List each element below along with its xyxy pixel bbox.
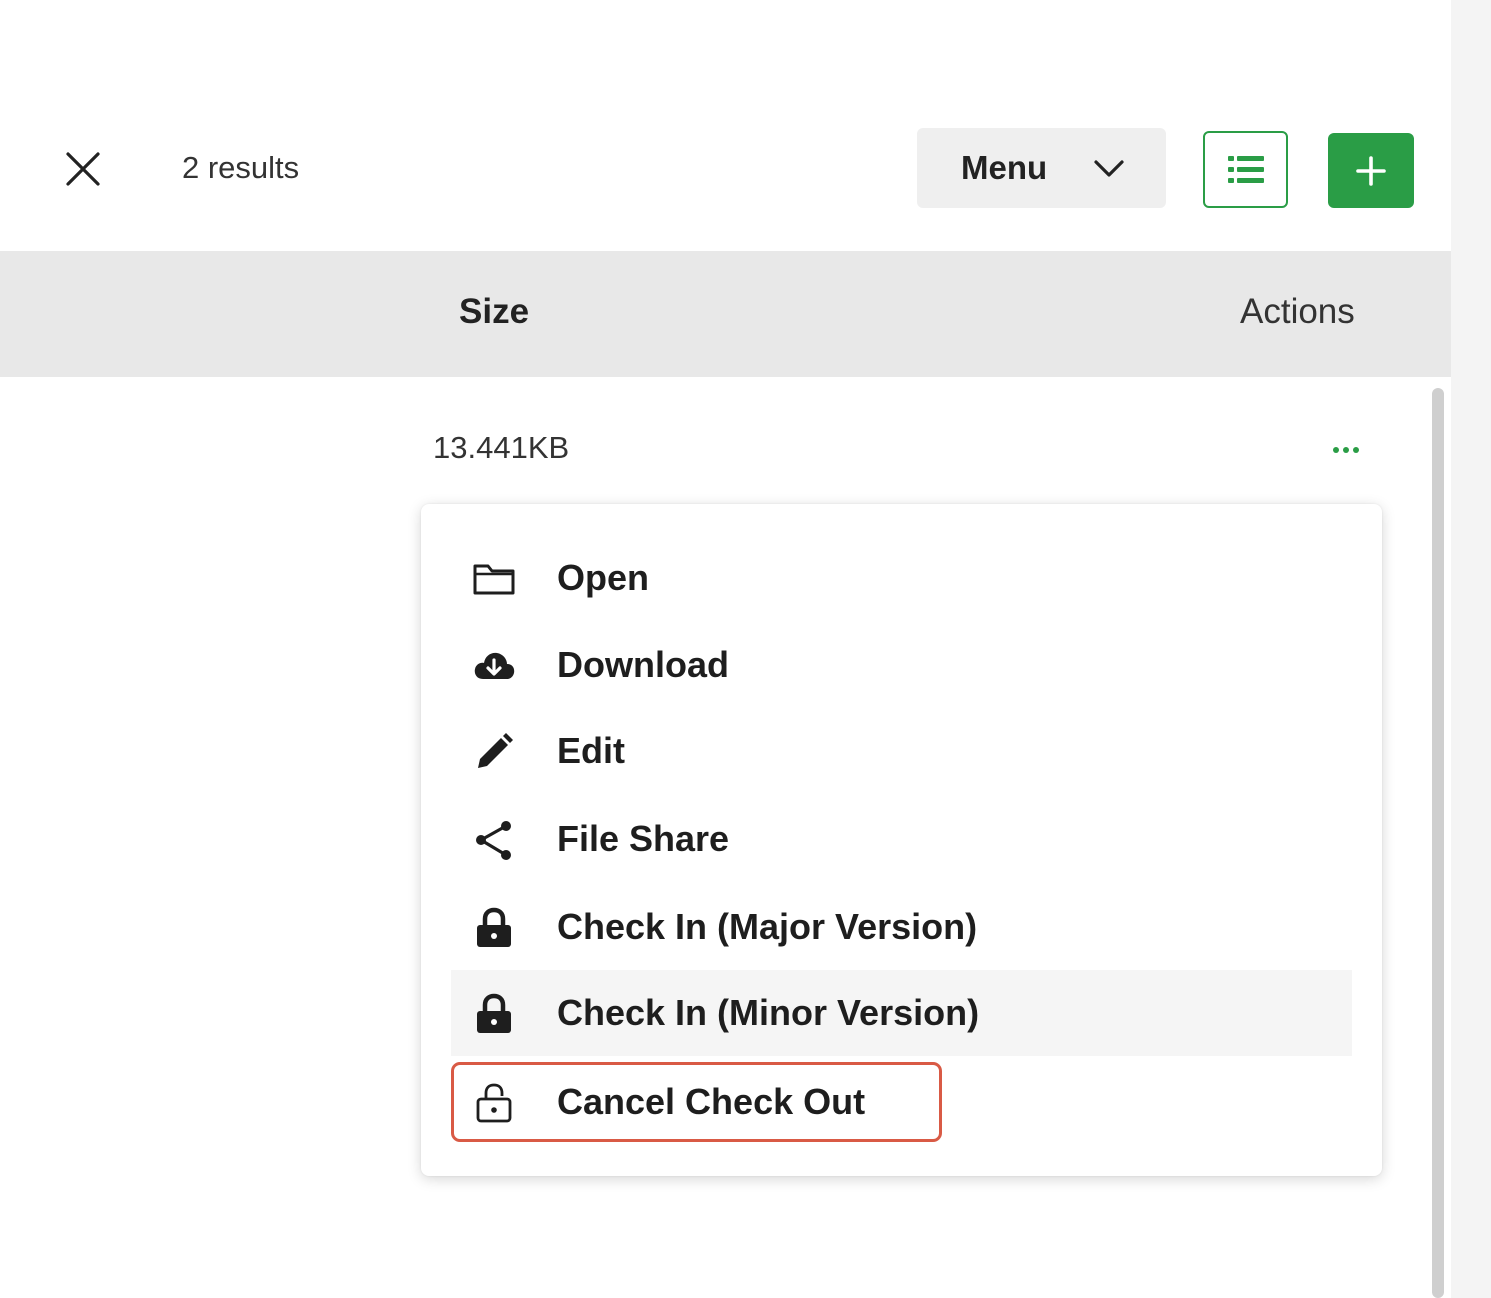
column-header-size[interactable]: Size bbox=[459, 292, 529, 332]
list-view-button[interactable] bbox=[1203, 131, 1288, 208]
pencil-icon bbox=[471, 729, 517, 775]
menu-item-label: Edit bbox=[557, 730, 625, 771]
lock-icon bbox=[471, 991, 517, 1037]
menu-item-label: Cancel Check Out bbox=[557, 1081, 866, 1122]
close-icon bbox=[66, 152, 100, 186]
unlock-icon bbox=[471, 1080, 517, 1126]
close-button[interactable] bbox=[58, 144, 108, 194]
menu-item-label: Download bbox=[557, 644, 729, 685]
results-count: 2 results bbox=[182, 150, 300, 185]
toolbar: 2 results Menu bbox=[0, 0, 1451, 250]
table-header bbox=[0, 251, 1451, 377]
menu-item-label: Open bbox=[557, 557, 650, 598]
share-icon bbox=[471, 817, 517, 863]
menu-item-label: Check In (Major Version) bbox=[557, 906, 978, 947]
menu-item-label: File Share bbox=[557, 818, 730, 859]
folder-icon bbox=[471, 556, 517, 602]
menu-item-file-share[interactable]: File Share bbox=[451, 796, 1352, 882]
menu-item-download[interactable]: Download bbox=[451, 622, 1352, 708]
more-horizontal-icon bbox=[1333, 447, 1339, 453]
add-button[interactable] bbox=[1328, 133, 1414, 208]
menu-item-label: Check In (Minor Version) bbox=[557, 992, 980, 1033]
menu-item-cancel-check-out[interactable]: Cancel Check Out bbox=[451, 1059, 1352, 1145]
menu-button-label: Menu bbox=[961, 149, 1048, 186]
list-icon bbox=[1227, 155, 1264, 183]
menu-item-open[interactable]: Open bbox=[451, 535, 1352, 621]
plus-icon bbox=[1356, 155, 1386, 186]
menu-item-edit[interactable]: Edit bbox=[451, 708, 1352, 794]
scrollbar[interactable] bbox=[1432, 388, 1444, 1298]
right-gutter bbox=[1451, 0, 1491, 1298]
lock-icon bbox=[471, 905, 517, 951]
menu-item-check-in-minor[interactable]: Check In (Minor Version) bbox=[451, 970, 1352, 1056]
page: 2 results Menu Size Actions 13.441KB Ope… bbox=[0, 0, 1491, 1298]
chevron-down-icon bbox=[1094, 160, 1124, 177]
more-actions-button[interactable] bbox=[1322, 432, 1370, 468]
cloud-download-icon bbox=[471, 643, 517, 689]
more-dot bbox=[1343, 447, 1349, 453]
file-size-cell: 13.441KB bbox=[433, 430, 570, 465]
more-dot bbox=[1353, 447, 1359, 453]
menu-item-check-in-major[interactable]: Check In (Major Version) bbox=[451, 884, 1352, 970]
menu-dropdown-button[interactable]: Menu bbox=[917, 128, 1166, 208]
column-header-actions: Actions bbox=[1240, 292, 1355, 331]
